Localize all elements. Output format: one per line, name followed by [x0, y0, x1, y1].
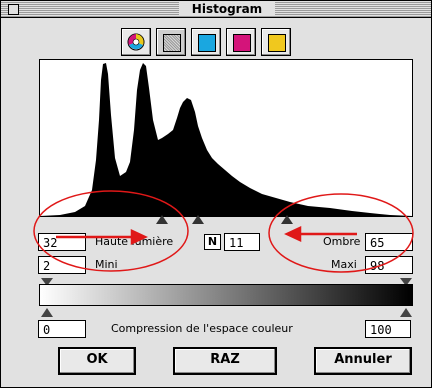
compression-min-field[interactable]: 0: [38, 320, 86, 338]
compression-min-handle[interactable]: [41, 308, 53, 317]
compression-label: Compression de l'espace couleur: [111, 322, 293, 335]
histogram-window: Histogram 32 Haute lumière N 11 Ombre 65…: [0, 0, 432, 388]
cancel-button[interactable]: Annuler: [314, 347, 412, 375]
compression-max-field[interactable]: 100: [365, 320, 411, 338]
compression-slider-track: [41, 308, 412, 317]
reset-button[interactable]: RAZ: [173, 347, 277, 375]
ok-button[interactable]: OK: [58, 347, 136, 375]
compression-max-handle[interactable]: [400, 308, 412, 317]
